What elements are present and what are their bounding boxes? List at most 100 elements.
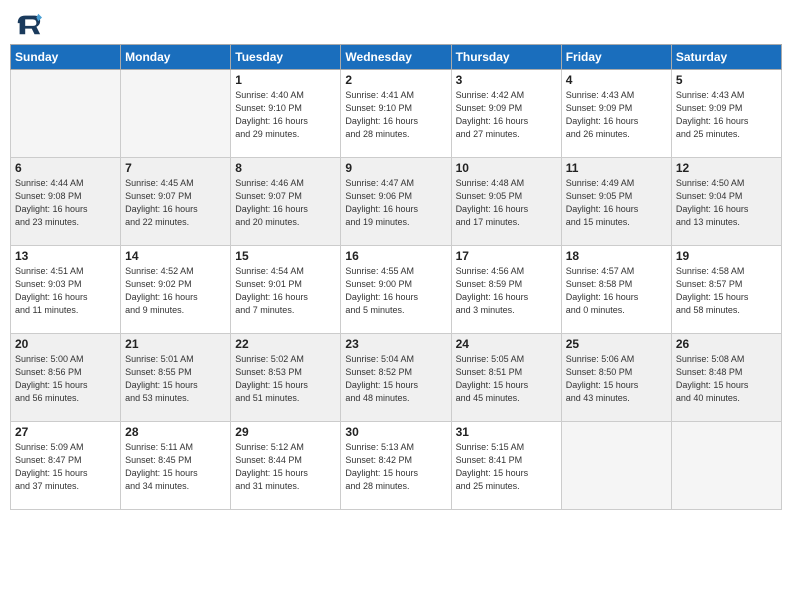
calendar-cell: 14 Sunrise: 4:52 AM Sunset: 9:02 PM Dayli… [121, 246, 231, 334]
calendar-week-row: 1 Sunrise: 4:40 AM Sunset: 9:10 PM Daylig… [11, 70, 782, 158]
day-info: Sunrise: 4:46 AM Sunset: 9:07 PM Dayligh… [235, 177, 336, 229]
calendar-week-row: 27 Sunrise: 5:09 AM Sunset: 8:47 PM Dayli… [11, 422, 782, 510]
day-info: Sunrise: 4:40 AM Sunset: 9:10 PM Dayligh… [235, 89, 336, 141]
calendar-cell: 11 Sunrise: 4:49 AM Sunset: 9:05 PM Dayli… [561, 158, 671, 246]
calendar-cell: 29Sunrise: 5:12 AM Sunset: 8:44 PM Dayli… [231, 422, 341, 510]
calendar-cell: 26 Sunrise: 5:08 AM Sunset: 8:48 PM Dayli… [671, 334, 781, 422]
day-info: Sunrise: 5:00 AM Sunset: 8:56 PM Dayligh… [15, 353, 116, 405]
day-info: Sunrise: 4:57 AM Sunset: 8:58 PM Dayligh… [566, 265, 667, 317]
page-header [10, 10, 782, 38]
day-info: Sunrise: 4:43 AM Sunset: 9:09 PM Dayligh… [676, 89, 777, 141]
day-info: Sunrise: 5:11 AM Sunset: 8:45 PM Dayligh… [125, 441, 226, 493]
calendar-cell: 9 Sunrise: 4:47 AM Sunset: 9:06 PM Daylig… [341, 158, 451, 246]
calendar-cell: 2Sunrise: 4:41 AM Sunset: 9:10 PM Daylig… [341, 70, 451, 158]
day-info: Sunrise: 4:56 AM Sunset: 8:59 PM Dayligh… [456, 265, 557, 317]
day-number: 18 [566, 249, 667, 263]
day-info: Sunrise: 4:49 AM Sunset: 9:05 PM Dayligh… [566, 177, 667, 229]
day-number: 25 [566, 337, 667, 351]
day-info: Sunrise: 5:01 AM Sunset: 8:55 PM Dayligh… [125, 353, 226, 405]
calendar-cell: 16 Sunrise: 4:55 AM Sunset: 9:00 PM Dayli… [341, 246, 451, 334]
day-number: 23 [345, 337, 446, 351]
calendar-cell: 7 Sunrise: 4:45 AM Sunset: 9:07 PM Daylig… [121, 158, 231, 246]
calendar-cell: 21 Sunrise: 5:01 AM Sunset: 8:55 PM Dayli… [121, 334, 231, 422]
day-number: 3 [456, 73, 557, 87]
day-number: 30 [345, 425, 446, 439]
day-number: 4 [566, 73, 667, 87]
calendar-cell [11, 70, 121, 158]
day-info: Sunrise: 4:51 AM Sunset: 9:03 PM Dayligh… [15, 265, 116, 317]
weekday-header: Tuesday [231, 45, 341, 70]
calendar-cell: 25 Sunrise: 5:06 AM Sunset: 8:50 PM Dayli… [561, 334, 671, 422]
day-number: 13 [15, 249, 116, 263]
weekday-header: Friday [561, 45, 671, 70]
day-number: 29 [235, 425, 336, 439]
day-info: Sunrise: 5:04 AM Sunset: 8:52 PM Dayligh… [345, 353, 446, 405]
calendar-header-row: SundayMondayTuesdayWednesdayThursdayFrid… [11, 45, 782, 70]
day-number: 20 [15, 337, 116, 351]
day-number: 16 [345, 249, 446, 263]
logo-icon [14, 10, 42, 38]
weekday-header: Thursday [451, 45, 561, 70]
day-number: 28 [125, 425, 226, 439]
calendar-cell: 19Sunrise: 4:58 AM Sunset: 8:57 PM Dayli… [671, 246, 781, 334]
logo [14, 10, 44, 38]
day-info: Sunrise: 4:48 AM Sunset: 9:05 PM Dayligh… [456, 177, 557, 229]
day-info: Sunrise: 5:09 AM Sunset: 8:47 PM Dayligh… [15, 441, 116, 493]
day-number: 26 [676, 337, 777, 351]
day-number: 10 [456, 161, 557, 175]
calendar-cell: 13 Sunrise: 4:51 AM Sunset: 9:03 PM Dayli… [11, 246, 121, 334]
calendar-cell: 20 Sunrise: 5:00 AM Sunset: 8:56 PM Dayli… [11, 334, 121, 422]
calendar-week-row: 6 Sunrise: 4:44 AM Sunset: 9:08 PM Daylig… [11, 158, 782, 246]
day-info: Sunrise: 4:50 AM Sunset: 9:04 PM Dayligh… [676, 177, 777, 229]
day-number: 15 [235, 249, 336, 263]
calendar-cell [561, 422, 671, 510]
day-info: Sunrise: 5:13 AM Sunset: 8:42 PM Dayligh… [345, 441, 446, 493]
day-number: 6 [15, 161, 116, 175]
day-info: Sunrise: 5:15 AM Sunset: 8:41 PM Dayligh… [456, 441, 557, 493]
day-number: 24 [456, 337, 557, 351]
weekday-header: Saturday [671, 45, 781, 70]
day-info: Sunrise: 4:43 AM Sunset: 9:09 PM Dayligh… [566, 89, 667, 141]
day-number: 7 [125, 161, 226, 175]
calendar-week-row: 20 Sunrise: 5:00 AM Sunset: 8:56 PM Dayli… [11, 334, 782, 422]
calendar-cell: 1 Sunrise: 4:40 AM Sunset: 9:10 PM Daylig… [231, 70, 341, 158]
day-number: 22 [235, 337, 336, 351]
day-info: Sunrise: 4:54 AM Sunset: 9:01 PM Dayligh… [235, 265, 336, 317]
day-number: 21 [125, 337, 226, 351]
calendar-cell: 10 Sunrise: 4:48 AM Sunset: 9:05 PM Dayli… [451, 158, 561, 246]
day-number: 27 [15, 425, 116, 439]
weekday-header: Sunday [11, 45, 121, 70]
day-info: Sunrise: 4:47 AM Sunset: 9:06 PM Dayligh… [345, 177, 446, 229]
day-info: Sunrise: 4:52 AM Sunset: 9:02 PM Dayligh… [125, 265, 226, 317]
calendar-cell: 17 Sunrise: 4:56 AM Sunset: 8:59 PM Dayli… [451, 246, 561, 334]
calendar-cell: 24 Sunrise: 5:05 AM Sunset: 8:51 PM Dayli… [451, 334, 561, 422]
day-info: Sunrise: 4:45 AM Sunset: 9:07 PM Dayligh… [125, 177, 226, 229]
day-info: Sunrise: 5:08 AM Sunset: 8:48 PM Dayligh… [676, 353, 777, 405]
day-info: Sunrise: 5:05 AM Sunset: 8:51 PM Dayligh… [456, 353, 557, 405]
calendar-cell: 27 Sunrise: 5:09 AM Sunset: 8:47 PM Dayli… [11, 422, 121, 510]
calendar-cell: 30 Sunrise: 5:13 AM Sunset: 8:42 PM Dayli… [341, 422, 451, 510]
calendar-cell: 4 Sunrise: 4:43 AM Sunset: 9:09 PM Daylig… [561, 70, 671, 158]
day-number: 9 [345, 161, 446, 175]
weekday-header: Wednesday [341, 45, 451, 70]
calendar-cell: 23 Sunrise: 5:04 AM Sunset: 8:52 PM Dayli… [341, 334, 451, 422]
calendar-cell: 8 Sunrise: 4:46 AM Sunset: 9:07 PM Daylig… [231, 158, 341, 246]
calendar-cell: 22Sunrise: 5:02 AM Sunset: 8:53 PM Dayli… [231, 334, 341, 422]
calendar-cell: 12Sunrise: 4:50 AM Sunset: 9:04 PM Dayli… [671, 158, 781, 246]
calendar-cell: 6 Sunrise: 4:44 AM Sunset: 9:08 PM Daylig… [11, 158, 121, 246]
calendar-cell: 31Sunrise: 5:15 AM Sunset: 8:41 PM Dayli… [451, 422, 561, 510]
calendar-cell: 5 Sunrise: 4:43 AM Sunset: 9:09 PM Daylig… [671, 70, 781, 158]
day-info: Sunrise: 4:42 AM Sunset: 9:09 PM Dayligh… [456, 89, 557, 141]
day-number: 8 [235, 161, 336, 175]
day-number: 11 [566, 161, 667, 175]
day-number: 17 [456, 249, 557, 263]
day-info: Sunrise: 4:58 AM Sunset: 8:57 PM Dayligh… [676, 265, 777, 317]
weekday-header: Monday [121, 45, 231, 70]
day-number: 1 [235, 73, 336, 87]
day-number: 14 [125, 249, 226, 263]
day-number: 5 [676, 73, 777, 87]
day-info: Sunrise: 4:44 AM Sunset: 9:08 PM Dayligh… [15, 177, 116, 229]
day-info: Sunrise: 5:06 AM Sunset: 8:50 PM Dayligh… [566, 353, 667, 405]
day-info: Sunrise: 4:55 AM Sunset: 9:00 PM Dayligh… [345, 265, 446, 317]
calendar-week-row: 13 Sunrise: 4:51 AM Sunset: 9:03 PM Dayli… [11, 246, 782, 334]
